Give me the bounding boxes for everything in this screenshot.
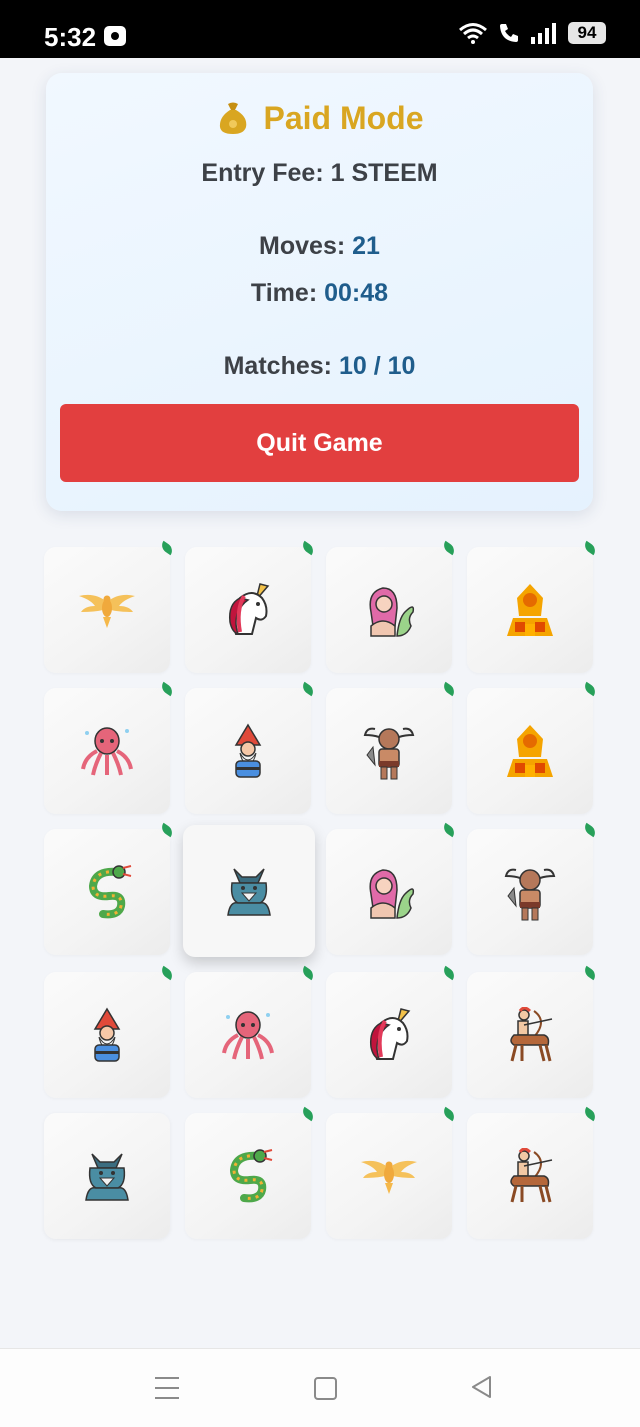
memory-card-mermaid[interactable] [326,540,458,673]
moves-stat: Moves: 21 [46,232,593,261]
minotaur-icon [359,721,419,781]
mode-title-label: Paid Mode [263,99,424,136]
wifi-icon [458,22,488,44]
mode-title: Paid Mode [46,97,593,139]
memory-card-dragon[interactable] [185,1106,317,1239]
memory-card-phoenix[interactable] [44,540,176,673]
matched-indicator-icon [440,681,458,697]
memory-card-dragon[interactable] [44,822,176,955]
status-icons: 94 [458,22,606,44]
memory-card-gnome[interactable] [44,965,176,1098]
matched-indicator-icon [581,681,599,697]
mermaid-icon [361,864,417,920]
memory-card-centaur[interactable] [467,1106,599,1239]
time-label: Time: [250,279,318,307]
memory-card-unicorn[interactable] [185,540,317,673]
kraken-icon [79,725,135,777]
matched-indicator-icon [158,822,176,838]
battery-icon: 94 [568,22,606,44]
back-icon[interactable] [470,1375,494,1404]
menu-icon[interactable] [155,1377,179,1399]
matches-value: 10 / 10 [338,352,416,380]
matches-stat: Matches: 10 / 10 [46,352,593,381]
matched-indicator-icon [440,965,458,981]
system-nav-bar [0,1348,640,1427]
memory-board [44,540,599,1239]
mermaid-icon [361,582,417,638]
dragon-icon [81,864,133,920]
dragon-icon [222,1148,274,1204]
entry-fee: Entry Fee: 1 STEEM [201,159,438,187]
matched-indicator-icon [440,822,458,838]
werewolf-icon [220,863,278,919]
memory-card-unicorn[interactable] [326,965,458,1098]
memory-card-gnome[interactable] [185,681,317,814]
gnome-icon [226,723,270,779]
memory-card-sphinx[interactable] [467,540,599,673]
matched-indicator-icon [440,1106,458,1122]
memory-card-phoenix[interactable] [326,1106,458,1239]
matched-indicator-icon [440,540,458,556]
memory-card-kraken[interactable] [44,681,176,814]
matched-indicator-icon [299,681,317,697]
matched-indicator-icon [581,822,599,838]
kraken-icon [220,1009,276,1061]
media-icon [104,26,126,46]
matched-indicator-icon [299,540,317,556]
memory-card-sphinx[interactable] [467,681,599,814]
moneybag-icon [215,100,251,136]
phoenix-icon [359,1156,419,1196]
matched-indicator-icon [299,965,317,981]
matched-indicator-icon [581,1106,599,1122]
werewolf-icon [78,1148,136,1204]
call-icon [498,22,520,44]
status-time: 5:32 [44,22,97,52]
sphinx-icon [503,723,557,779]
moves-value: 21 [352,232,380,260]
unicorn-icon [363,1007,415,1063]
memory-card-werewolf[interactable] [44,1113,170,1239]
phoenix-icon [77,590,137,630]
matched-indicator-icon [581,540,599,556]
minotaur-icon [500,862,560,922]
centaur-icon [500,1148,560,1204]
unicorn-icon [222,582,274,638]
signal-icon [530,22,558,44]
memory-card-minotaur[interactable] [326,681,458,814]
matched-indicator-icon [158,681,176,697]
memory-card-werewolf[interactable] [183,825,315,957]
sphinx-icon [503,582,557,638]
gnome-icon [85,1007,129,1063]
memory-card-kraken[interactable] [185,965,317,1098]
matched-indicator-icon [158,540,176,556]
memory-card-centaur[interactable] [467,965,599,1098]
game-info-card: Paid Mode Entry Fee: 1 STEEM Moves: 21 T… [46,73,593,511]
matched-indicator-icon [581,965,599,981]
matched-indicator-icon [158,965,176,981]
time-stat: Time: 00:48 [46,279,593,308]
time-value: 00:48 [324,279,389,307]
moves-label: Moves: [259,232,346,260]
memory-card-minotaur[interactable] [467,822,599,955]
memory-card-mermaid[interactable] [326,822,458,955]
quit-game-button[interactable]: Quit Game [60,404,579,482]
home-icon[interactable] [314,1377,337,1400]
centaur-icon [500,1007,560,1063]
matched-indicator-icon [299,1106,317,1122]
matches-label: Matches: [223,352,332,380]
status-bar: 5:32 94 [0,0,640,58]
